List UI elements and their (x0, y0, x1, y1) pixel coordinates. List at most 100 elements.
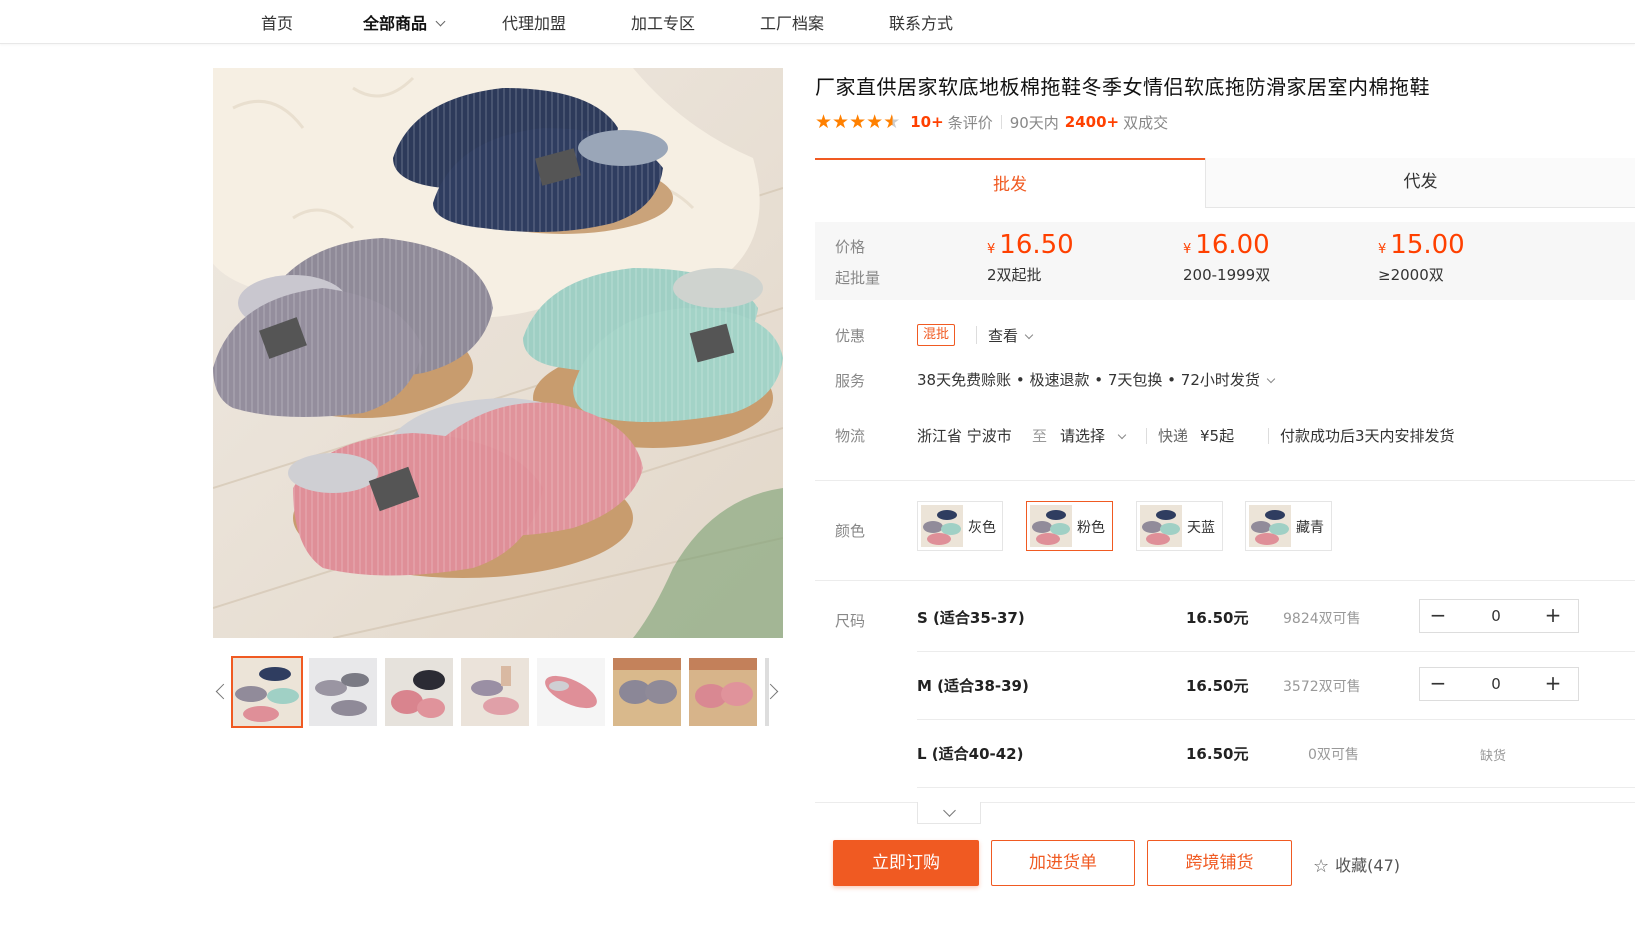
thumbnail-7[interactable] (689, 658, 757, 726)
thumbnail-4[interactable] (461, 658, 529, 726)
slippers-photo (213, 68, 783, 638)
ship-from: 浙江省 宁波市 (917, 427, 1012, 445)
minus-icon[interactable]: − (1420, 600, 1456, 632)
service-text: 38天免费赊账 • 极速退款 • 7天包换 • 72小时发货 (917, 371, 1260, 389)
nav-agency[interactable]: 代理加盟 (502, 10, 566, 34)
chevron-down-icon (1117, 430, 1127, 440)
size-price: 16.50元 (1186, 609, 1249, 627)
divider (917, 651, 1635, 652)
promo-view-link[interactable]: 查看 (988, 325, 1034, 346)
rating-row: ★ ★ ★ ★ ★ 10+ 条评价 90天内 2400+ 双成交 (815, 111, 1168, 133)
tier-qty: ≥2000双 (1378, 266, 1444, 284)
destination-select[interactable]: 请选择 (1060, 425, 1127, 446)
nav-factory-profile[interactable]: 工厂档案 (760, 10, 824, 34)
tab-dropship[interactable]: 代发 (1205, 158, 1635, 208)
thumbnail-3[interactable] (385, 658, 453, 726)
quantity-input[interactable]: 0 (1456, 668, 1536, 700)
price-tier-2: ¥16.00 200-1999双 (1183, 230, 1270, 285)
divider (1268, 428, 1269, 444)
add-to-cart-button[interactable]: 加进货单 (991, 840, 1135, 886)
plus-icon[interactable]: + (1536, 600, 1570, 632)
divider (1146, 428, 1147, 444)
divider (976, 326, 977, 344)
size-price: 16.50元 (1186, 745, 1249, 763)
product-title: 厂家直供居家软底地板棉拖鞋冬季女情侣软底拖防滑家居室内棉拖鞋 (815, 75, 1430, 99)
chevron-down-icon (435, 16, 446, 27)
price-box: 价格 起批量 ¥16.50 2双起批 ¥16.00 200-1999双 ¥15.… (815, 222, 1635, 300)
color-option-sky-blue[interactable]: 天蓝 (1136, 501, 1223, 551)
nav-processing[interactable]: 加工专区 (631, 10, 695, 34)
thumbnail-2[interactable] (309, 658, 377, 726)
destination-select-label: 请选择 (1060, 427, 1106, 445)
thumbnail-image (537, 658, 605, 726)
review-label[interactable]: 条评价 (948, 112, 993, 133)
nav-contact[interactable]: 联系方式 (889, 10, 953, 34)
price-tier-1: ¥16.50 2双起批 (987, 230, 1074, 285)
quantity-stepper: − 0 + (1419, 599, 1579, 633)
size-price: 16.50元 (1186, 677, 1249, 695)
color-option-label: 藏青 (1296, 520, 1324, 536)
logistics-label: 物流 (835, 427, 866, 445)
divider (917, 719, 1635, 720)
chevron-down-icon (1266, 374, 1276, 384)
minus-icon[interactable]: − (1420, 668, 1456, 700)
tier-qty: 200-1999双 (1183, 266, 1271, 284)
expand-sizes-toggle[interactable] (917, 802, 981, 824)
price-label: 价格 (835, 238, 866, 256)
product-main-image[interactable] (213, 68, 783, 638)
color-option-pink[interactable]: 粉色 (1026, 501, 1113, 551)
color-option-navy[interactable]: 藏青 (1245, 501, 1332, 551)
sales-count: 2400+ (1064, 113, 1120, 131)
star-icon: ★ (832, 111, 850, 133)
size-stock: 3572双可售 (1283, 679, 1361, 695)
sales-suffix: 双成交 (1123, 113, 1169, 132)
chevron-right-icon[interactable] (767, 682, 779, 702)
size-name: M (适合38-39) (917, 677, 1029, 695)
divider (815, 580, 1635, 581)
tier-price: 16.50 (999, 230, 1074, 260)
thumbnail-1[interactable] (231, 656, 303, 728)
star-icon: ★ (815, 111, 833, 133)
currency-symbol: ¥ (1378, 242, 1387, 257)
to-word: 至 (1032, 427, 1048, 445)
mixed-batch-tag: 混批 (917, 324, 956, 346)
color-label: 颜色 (835, 522, 866, 540)
divider (1000, 115, 1002, 129)
buy-now-button[interactable]: 立即订购 (833, 840, 979, 886)
promo-view-label: 查看 (988, 327, 1019, 345)
thumbnail-5[interactable] (537, 658, 605, 726)
thumbnail-image (233, 658, 301, 726)
thumbnail-image (461, 658, 529, 726)
thumbnail-image (613, 658, 681, 726)
color-option-gray[interactable]: 灰色 (917, 501, 1003, 551)
size-name: S (适合35-37) (917, 609, 1025, 627)
nav-home[interactable]: 首页 (261, 10, 293, 34)
color-swatch (1140, 505, 1182, 547)
thumbnail-image (309, 658, 377, 726)
cross-border-button[interactable]: 跨境铺货 (1147, 840, 1292, 886)
favorite-button[interactable]: ☆ 收藏(47) (1313, 852, 1400, 877)
size-label: 尺码 (835, 612, 866, 630)
color-option-label: 天蓝 (1187, 520, 1215, 536)
thumbnail-6[interactable] (613, 658, 681, 726)
color-option-label: 粉色 (1077, 520, 1105, 536)
color-swatch (921, 505, 963, 547)
service-label: 服务 (835, 372, 866, 390)
ship-note: 付款成功后3天内安排发货 (1280, 427, 1455, 445)
plus-icon[interactable]: + (1536, 668, 1570, 700)
star-half-icon: ★ (883, 111, 901, 133)
review-count[interactable]: 10+ (910, 113, 943, 131)
nav-all-products[interactable]: 全部商品 (363, 10, 446, 34)
service-list[interactable]: 38天免费赊账 • 极速退款 • 7天包换 • 72小时发货 (917, 369, 1276, 390)
size-name: L (适合40-42) (917, 745, 1024, 763)
star-outline-icon: ☆ (1313, 856, 1330, 877)
price-tier-3: ¥15.00 ≥2000双 (1378, 230, 1465, 285)
sales-prefix: 90天内 (1009, 113, 1059, 132)
chevron-left-icon[interactable] (215, 682, 227, 702)
tier-price: 15.00 (1390, 230, 1465, 260)
top-nav: 首页 全部商品 代理加盟 加工专区 工厂档案 联系方式 (0, 0, 1635, 44)
quantity-input[interactable]: 0 (1456, 600, 1536, 632)
nav-all-products-label: 全部商品 (363, 14, 428, 33)
shipping-fee: ¥5起 (1200, 427, 1235, 445)
tab-wholesale[interactable]: 批发 (815, 158, 1205, 208)
